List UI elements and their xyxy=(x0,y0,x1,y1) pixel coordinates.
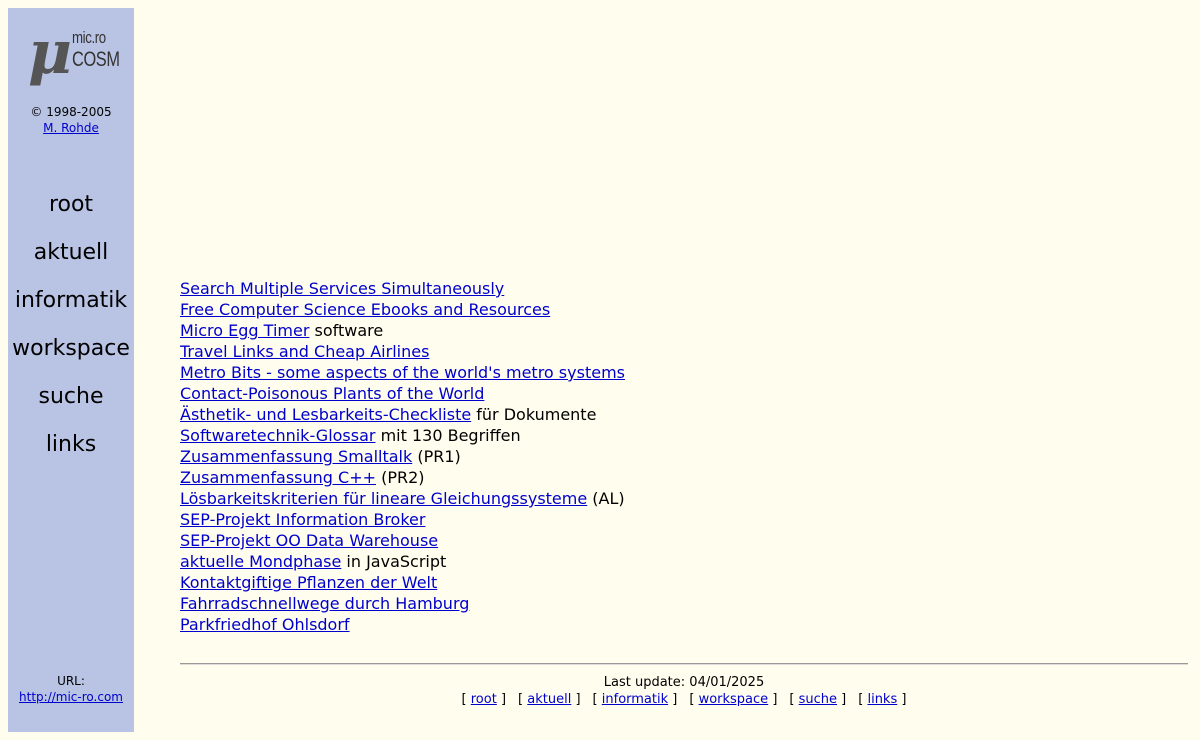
list-item: Lösbarkeitskriterien für lineare Gleichu… xyxy=(180,488,1180,509)
list-item: Parkfriedhof Ohlsdorf xyxy=(180,614,1180,635)
sidebar-item-root[interactable]: root xyxy=(8,191,134,239)
footer-link-wrapper: [ workspace ] xyxy=(689,692,778,707)
list-item: Contact-Poisonous Plants of the World xyxy=(180,383,1180,404)
sidebar-item-suche[interactable]: suche xyxy=(8,383,134,431)
site-url-link[interactable]: http://mic-ro.com xyxy=(19,690,123,704)
list-item-suffix: (PR2) xyxy=(376,468,425,487)
list-item-link[interactable]: Ästhetik- und Lesbarkeits-Checkliste xyxy=(180,405,471,424)
list-item: aktuelle Mondphase in JavaScript xyxy=(180,551,1180,572)
list-item-link[interactable]: Kontaktgiftige Pflanzen der Welt xyxy=(180,573,437,592)
footer-link-informatik[interactable]: informatik xyxy=(602,692,668,707)
list-item: Search Multiple Services Simultaneously xyxy=(180,278,1180,299)
last-update-text: Last update: 04/01/2025 xyxy=(603,675,765,690)
logo-text-line2: COSM xyxy=(72,48,120,71)
list-item-link[interactable]: SEP-Projekt OO Data Warehouse xyxy=(180,531,438,550)
list-item: SEP-Projekt Information Broker xyxy=(180,509,1180,530)
copyright-block: © 1998-2005 M. Rohde xyxy=(8,104,134,136)
site-logo[interactable]: μ mic.ro COSM xyxy=(28,18,120,96)
footer-link-wrapper: [ root ] xyxy=(461,692,507,707)
sidebar-item-workspace[interactable]: workspace xyxy=(8,335,134,383)
list-item: Metro Bits - some aspects of the world's… xyxy=(180,362,1180,383)
list-item: Micro Egg Timer software xyxy=(180,320,1180,341)
footer-link-suche[interactable]: suche xyxy=(799,692,837,707)
footer-link-root[interactable]: root xyxy=(471,692,497,707)
list-item: SEP-Projekt OO Data Warehouse xyxy=(180,530,1180,551)
list-item-suffix: für Dokumente xyxy=(471,405,597,424)
list-item-link[interactable]: Contact-Poisonous Plants of the World xyxy=(180,384,484,403)
list-item-link[interactable]: Lösbarkeitskriterien für lineare Gleichu… xyxy=(180,489,587,508)
list-item-suffix: (PR1) xyxy=(412,447,461,466)
footer-nav: [ root ] [ aktuell ] [ informatik ] [ works… xyxy=(180,691,1188,708)
list-item-link[interactable]: Zusammenfassung C++ xyxy=(180,468,376,487)
list-item-link[interactable]: Metro Bits - some aspects of the world's… xyxy=(180,363,625,382)
list-item-suffix: (AL) xyxy=(587,489,625,508)
list-item: Fahrradschnellwege durch Hamburg xyxy=(180,593,1180,614)
footer-divider xyxy=(180,663,1188,665)
footer-link-wrapper: [ suche ] xyxy=(789,692,847,707)
author-link[interactable]: M. Rohde xyxy=(43,121,99,135)
list-item: Ästhetik- und Lesbarkeits-Checkliste für… xyxy=(180,404,1180,425)
logo-mu-symbol: μ xyxy=(28,18,72,88)
list-item-link[interactable]: SEP-Projekt Information Broker xyxy=(180,510,425,529)
footer: Last update: 04/01/2025 [ root ] [ aktuel… xyxy=(180,674,1188,708)
list-item-link[interactable]: Travel Links and Cheap Airlines xyxy=(180,342,429,361)
list-item-link[interactable]: Micro Egg Timer xyxy=(180,321,309,340)
list-item: Travel Links and Cheap Airlines xyxy=(180,341,1180,362)
sidebar: μ mic.ro COSM © 1998-2005 M. Rohde root … xyxy=(8,8,134,732)
list-item: Kontaktgiftige Pflanzen der Welt xyxy=(180,572,1180,593)
list-item-link[interactable]: Softwaretechnik-Glossar xyxy=(180,426,375,445)
list-item-link[interactable]: Free Computer Science Ebooks and Resourc… xyxy=(180,300,550,319)
footer-link-links[interactable]: links xyxy=(867,692,897,707)
list-item-link[interactable]: Fahrradschnellwege durch Hamburg xyxy=(180,594,469,613)
sidebar-item-informatik[interactable]: informatik xyxy=(8,287,134,335)
sidebar-item-links[interactable]: links xyxy=(8,431,134,479)
logo-text-line1: mic.ro xyxy=(72,28,106,47)
list-item: Softwaretechnik-Glossar mit 130 Begriffe… xyxy=(180,425,1180,446)
copyright-text: © 1998-2005 xyxy=(30,105,112,119)
list-item-link[interactable]: Zusammenfassung Smalltalk xyxy=(180,447,412,466)
list-item-suffix: in JavaScript xyxy=(341,552,447,571)
footer-link-aktuell[interactable]: aktuell xyxy=(527,692,571,707)
footer-link-wrapper: [ informatik ] xyxy=(592,692,678,707)
url-label: URL: xyxy=(57,674,85,688)
link-list: Search Multiple Services Simultaneously F… xyxy=(180,278,1180,635)
url-block: URL: http://mic-ro.com xyxy=(8,673,134,705)
footer-link-wrapper: [ links ] xyxy=(858,692,907,707)
list-item: Zusammenfassung Smalltalk (PR1) xyxy=(180,446,1180,467)
list-item-suffix: software xyxy=(309,321,384,340)
list-item-link[interactable]: aktuelle Mondphase xyxy=(180,552,341,571)
footer-link-wrapper: [ aktuell ] xyxy=(518,692,581,707)
list-item-link[interactable]: Parkfriedhof Ohlsdorf xyxy=(180,615,350,634)
footer-link-workspace[interactable]: workspace xyxy=(699,692,769,707)
sidebar-nav: root aktuell informatik workspace suche … xyxy=(8,191,134,479)
list-item-suffix: mit 130 Begriffen xyxy=(375,426,521,445)
list-item-link[interactable]: Search Multiple Services Simultaneously xyxy=(180,279,504,298)
list-item: Free Computer Science Ebooks and Resourc… xyxy=(180,299,1180,320)
list-item: Zusammenfassung C++ (PR2) xyxy=(180,467,1180,488)
sidebar-item-aktuell[interactable]: aktuell xyxy=(8,239,134,287)
